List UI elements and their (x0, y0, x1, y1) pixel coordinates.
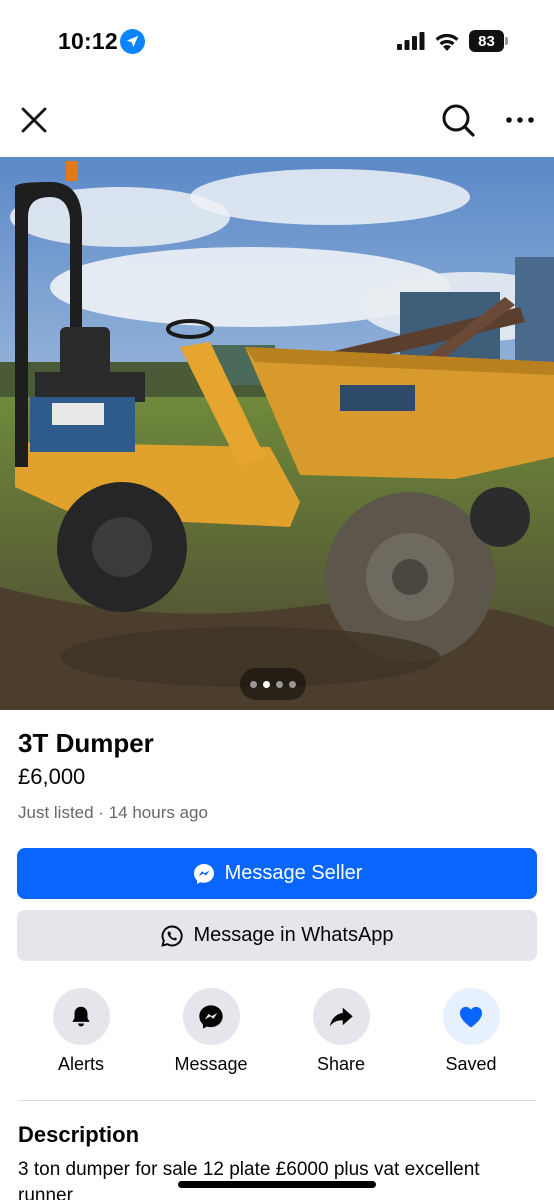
listing-photo[interactable] (0, 157, 554, 710)
message-seller-button[interactable]: Message Seller (17, 848, 537, 899)
battery-level: 83 (478, 32, 495, 50)
listing-title: 3T Dumper (18, 728, 154, 758)
search-icon[interactable] (440, 102, 476, 138)
photo-dot (289, 680, 296, 688)
description-heading: Description (18, 1122, 140, 1147)
message-seller-label: Message Seller (224, 862, 363, 884)
bell-icon (72, 1006, 90, 1026)
whatsapp-icon (161, 925, 184, 947)
status-bar: 10:12 83 (0, 0, 554, 80)
message-action[interactable]: Message (161, 988, 261, 1075)
photo-dot (250, 680, 257, 688)
listing-price: £6,000 (18, 764, 86, 789)
alerts-action[interactable]: Alerts (31, 988, 131, 1075)
wifi-icon (435, 33, 459, 51)
more-icon[interactable] (504, 108, 536, 132)
close-icon[interactable] (18, 104, 50, 136)
divider (18, 1100, 536, 1101)
share-icon (329, 1007, 353, 1026)
saved-label: Saved (445, 1054, 497, 1074)
status-time: 10:12 (58, 28, 118, 54)
photo-dot (276, 680, 283, 688)
listing-time: Just listed · 14 hours ago (18, 803, 208, 822)
home-indicator[interactable] (178, 1181, 376, 1188)
saved-button[interactable] (442, 988, 500, 1045)
alerts-button[interactable] (52, 988, 110, 1045)
action-row: Alerts Message Share Saved (0, 988, 554, 1078)
cellular-signal-icon (397, 32, 425, 50)
photo-dot-active (263, 680, 270, 688)
saved-action[interactable]: Saved (421, 988, 521, 1075)
share-button[interactable] (312, 988, 370, 1045)
battery-indicator: 83 (469, 30, 509, 52)
whatsapp-button[interactable]: Message in WhatsApp (17, 910, 537, 961)
message-button[interactable] (182, 988, 240, 1045)
message-label: Message (174, 1054, 248, 1074)
photo-pagination (240, 668, 306, 700)
alerts-label: Alerts (57, 1054, 104, 1074)
heart-icon (459, 1006, 483, 1027)
messenger-icon (193, 863, 214, 884)
whatsapp-label: Message in WhatsApp (193, 924, 394, 946)
location-arrow-icon (120, 29, 145, 54)
share-action[interactable]: Share (291, 988, 391, 1075)
description-text: 3 ton dumper for sale 12 plate £6000 plu… (18, 1159, 480, 1200)
share-label: Share (316, 1054, 366, 1074)
messenger-icon (199, 1004, 223, 1029)
nav-bar (0, 92, 554, 148)
